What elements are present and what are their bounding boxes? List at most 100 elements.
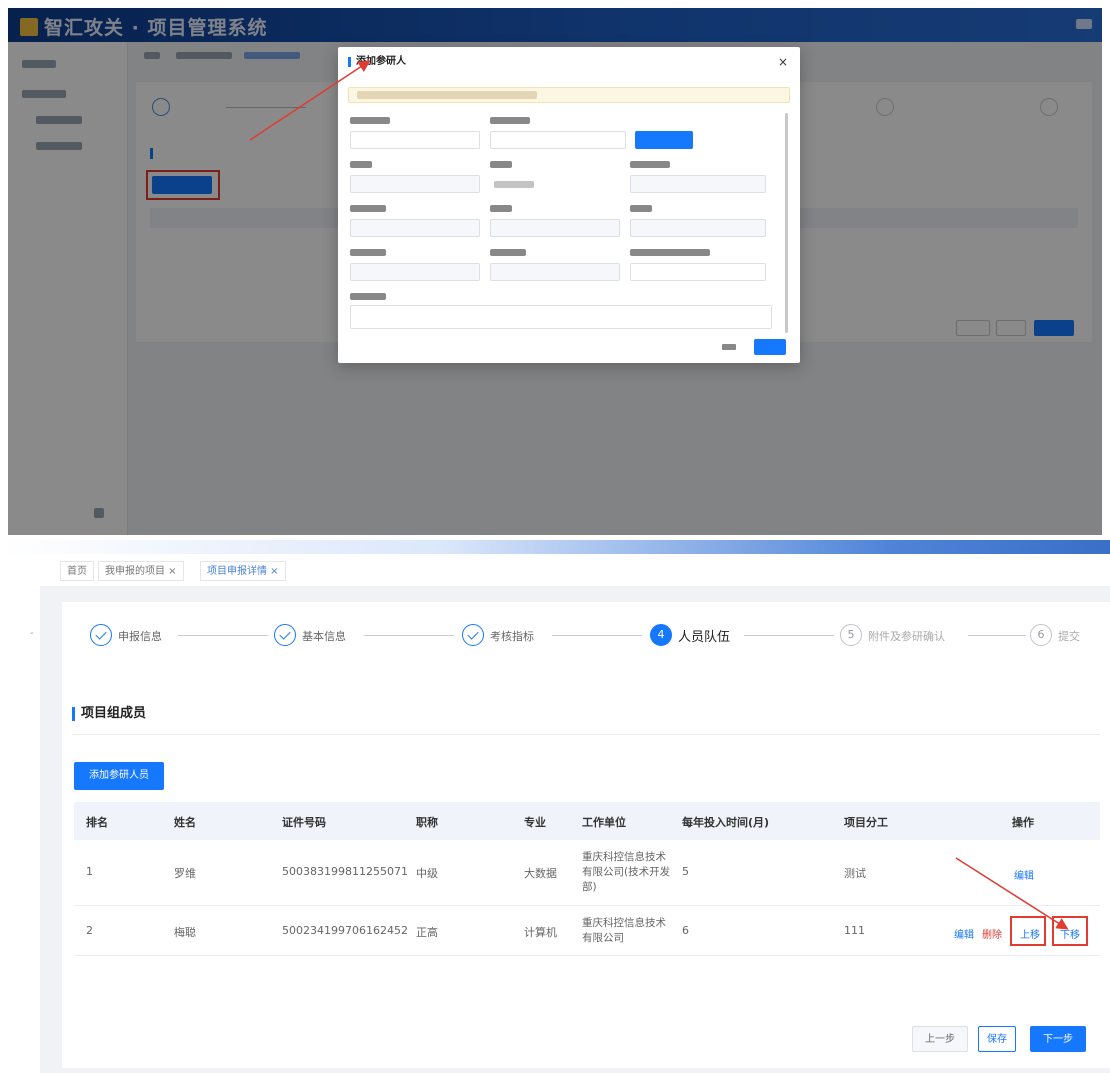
check-icon — [274, 624, 296, 646]
field-label — [490, 205, 512, 212]
verify-button[interactable] — [635, 131, 693, 149]
cell-unit: 重庆科控信息技术有限公司(技术开发部) — [582, 851, 671, 893]
step-line — [744, 635, 834, 636]
id-type-select[interactable] — [350, 131, 480, 149]
step-line — [552, 635, 642, 636]
header-strip — [0, 540, 1110, 554]
column-header: 证件号码 — [282, 816, 326, 829]
field-label — [350, 161, 372, 168]
title-select[interactable] — [490, 219, 620, 237]
top-screenshot: 智汇攻关 · 项目管理系统 添加参研人 × — [8, 8, 1102, 535]
delete-link[interactable]: 删除 — [982, 926, 1002, 941]
close-icon[interactable]: × — [778, 55, 788, 69]
step-label: 附件及参研确认 — [868, 630, 945, 643]
field-label — [490, 161, 512, 168]
table-row: 2 梅聪 500234199706162452 正高 计算机 重庆科控信息技术有… — [74, 906, 1100, 956]
column-header: 操作 — [1012, 816, 1034, 829]
cell-major: 大数据 — [524, 867, 557, 880]
degree-select[interactable] — [350, 219, 480, 237]
step-label: 人员队伍 — [678, 630, 731, 645]
field-label — [350, 117, 390, 124]
field-label — [630, 161, 670, 168]
save-button[interactable]: 保存 — [978, 1026, 1016, 1052]
cell-name: 梅聪 — [174, 926, 196, 939]
cancel-button[interactable] — [716, 339, 742, 355]
tab-project-detail[interactable]: 项目申报详情 × — [200, 561, 286, 581]
id-number-input[interactable] — [490, 131, 626, 149]
cell-id: 500234199706162452 — [282, 924, 408, 937]
section-title: 项目组成员 — [72, 707, 146, 721]
cell-unit: 重庆科控信息技术有限公司 — [582, 917, 666, 944]
field-label — [630, 249, 710, 256]
cell-months: 6 — [682, 924, 689, 937]
cell-name: 罗维 — [174, 867, 196, 880]
add-researcher-modal: 添加参研人 × — [338, 47, 800, 363]
cell-rank: 1 — [86, 865, 93, 878]
next-button[interactable]: 下一步 — [1030, 1026, 1086, 1052]
step-line — [968, 635, 1026, 636]
check-icon — [462, 624, 484, 646]
cell-id: 500383199811255071 — [282, 865, 408, 878]
step-label: 申报信息 — [118, 630, 162, 643]
cell-major: 计算机 — [524, 926, 557, 939]
column-header: 排名 — [86, 816, 108, 829]
name-input[interactable] — [350, 175, 480, 193]
step-line — [364, 635, 454, 636]
field-label — [630, 205, 652, 212]
column-header: 项目分工 — [844, 816, 888, 829]
bottom-screenshot: - 首页 我申报的项目 × 项目申报详情 × 申报信息 基本信息 考核指标 4 … — [0, 540, 1110, 1073]
column-header: 姓名 — [174, 816, 196, 829]
table-row: 1 罗维 500383199811255071 中级 大数据 重庆科控信息技术有… — [74, 840, 1100, 906]
birthdate-input[interactable] — [630, 175, 766, 193]
column-header: 每年投入时间(月) — [682, 816, 770, 829]
step-number: 4 — [650, 624, 672, 646]
cell-title: 正高 — [416, 926, 438, 939]
cell-rank: 2 — [86, 924, 93, 937]
tabbar: 首页 我申报的项目 × 项目申报详情 × — [40, 554, 1110, 586]
column-header: 专业 — [524, 816, 546, 829]
cell-role: 111 — [844, 924, 865, 937]
field-label — [490, 117, 530, 124]
bottom-sidebar: - — [0, 554, 40, 1073]
field-label — [350, 249, 386, 256]
modal-title: 添加参研人 — [348, 57, 406, 67]
phone-input[interactable] — [350, 263, 480, 281]
division-textarea[interactable] — [350, 305, 772, 329]
content-card: 申报信息 基本信息 考核指标 4 人员队伍 5 附件及参研确认 6 提交 项目组… — [62, 602, 1110, 1068]
edit-link[interactable]: 编辑 — [1014, 867, 1034, 882]
gender-radio[interactable] — [494, 181, 534, 188]
tab-my-projects[interactable]: 我申报的项目 × — [98, 561, 184, 581]
major-input[interactable] — [630, 219, 766, 237]
annotation-box — [1052, 916, 1088, 946]
field-label — [490, 249, 526, 256]
months-select[interactable] — [630, 263, 766, 281]
field-label — [350, 205, 386, 212]
cell-role: 测试 — [844, 867, 866, 880]
step-label: 考核指标 — [490, 630, 534, 643]
cell-months: 5 — [682, 865, 689, 878]
column-header: 职称 — [416, 816, 438, 829]
modal-tip — [348, 87, 790, 103]
divider — [72, 734, 1100, 735]
confirm-button[interactable] — [754, 339, 786, 355]
field-label — [350, 293, 386, 300]
step-number: 6 — [1030, 624, 1052, 646]
step-number: 5 — [840, 624, 862, 646]
annotation-box — [1010, 916, 1046, 946]
modal-scrollbar[interactable] — [785, 113, 788, 333]
edit-link[interactable]: 编辑 — [954, 926, 974, 941]
work-unit-input[interactable] — [490, 263, 620, 281]
add-member-button[interactable]: 添加参研人员 — [74, 762, 164, 790]
check-icon — [90, 624, 112, 646]
tab-home[interactable]: 首页 — [60, 561, 94, 581]
table-header: 排名 姓名 证件号码 职称 专业 工作单位 每年投入时间(月) 项目分工 操作 — [74, 802, 1100, 840]
prev-button[interactable]: 上一步 — [912, 1026, 968, 1052]
step-label: 提交 — [1058, 630, 1080, 643]
cell-title: 中级 — [416, 867, 438, 880]
bottom-main: 首页 我申报的项目 × 项目申报详情 × 申报信息 基本信息 考核指标 4 人员… — [40, 554, 1110, 1073]
column-header: 工作单位 — [582, 816, 626, 829]
tip-text — [357, 91, 537, 99]
collapse-icon[interactable]: - — [30, 628, 34, 639]
step-label: 基本信息 — [302, 630, 346, 643]
step-line — [178, 635, 268, 636]
